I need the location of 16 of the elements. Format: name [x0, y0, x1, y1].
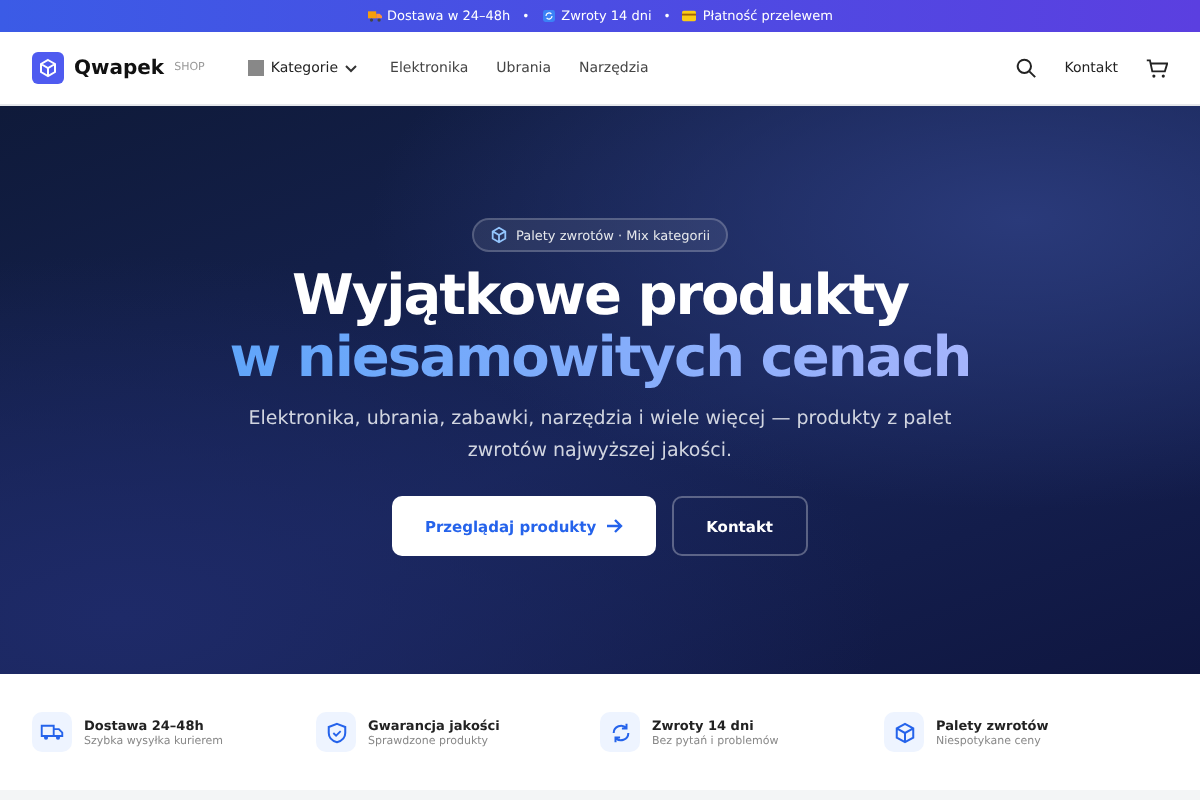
search-icon[interactable]	[1016, 58, 1037, 78]
arrow-right-icon	[606, 518, 625, 534]
box-icon	[489, 226, 508, 244]
logo-icon[interactable]	[32, 52, 64, 84]
box-icon	[884, 712, 924, 752]
hero-title: Wyjątkowe produkty	[291, 264, 909, 326]
refresh-icon	[541, 10, 556, 22]
chevron-down-icon	[344, 63, 359, 73]
brand-name[interactable]: Qwapek	[74, 57, 165, 79]
refresh-icon	[600, 712, 640, 752]
shield-icon	[316, 712, 356, 752]
card-icon	[682, 10, 697, 22]
cart-icon[interactable]	[1146, 57, 1168, 79]
truck-icon	[367, 10, 382, 22]
hero-subtitle: Elektronika, ubrania, zabawki, narzędzia i wiele więcej — produkty z palet zwrotów najwyższej jakości.	[246, 406, 954, 466]
truck-icon	[32, 712, 72, 752]
